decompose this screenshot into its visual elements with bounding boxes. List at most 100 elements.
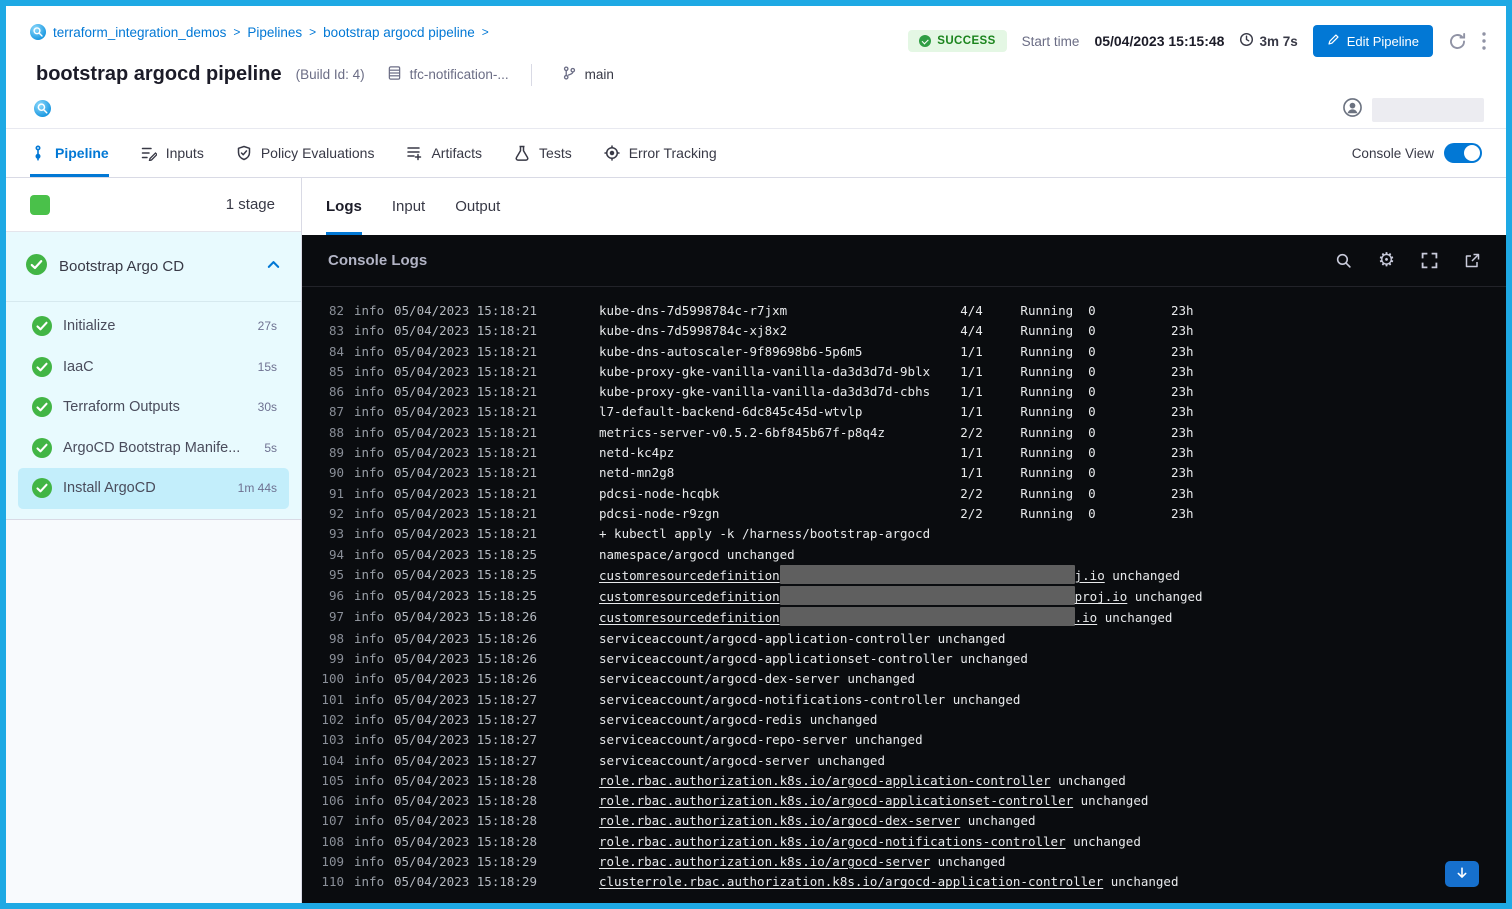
search-icon[interactable]	[1335, 252, 1352, 269]
tab-inputs[interactable]: Inputs	[141, 129, 204, 177]
git-branch-icon	[562, 65, 577, 84]
log-level: info	[354, 710, 384, 730]
log-timestamp: 05/04/2023 15:18:21	[394, 443, 537, 463]
redacted-region	[780, 607, 1075, 626]
log-line-number: 87	[318, 402, 344, 422]
tab-artifacts[interactable]: Artifacts	[406, 129, 482, 177]
tab-policy-evaluations[interactable]: Policy Evaluations	[236, 129, 375, 177]
log-link[interactable]: j.io	[1075, 568, 1105, 583]
divider	[531, 64, 532, 86]
branch-chunk[interactable]: main	[562, 65, 614, 84]
log-line: 89info05/04/2023 15:18:21netd-kc4pz 1/1 …	[318, 443, 1506, 463]
log-timestamp: 05/04/2023 15:18:25	[394, 565, 537, 586]
log-level: info	[354, 484, 384, 504]
log-message: role.rbac.authorization.k8s.io/argocd-de…	[547, 811, 1506, 831]
log-line-number: 108	[318, 832, 344, 852]
log-line: 108info05/04/2023 15:18:28role.rbac.auth…	[318, 832, 1506, 852]
log-tab-output[interactable]: Output	[455, 178, 500, 235]
edit-pipeline-button[interactable]: Edit Pipeline	[1313, 25, 1433, 57]
stage-header[interactable]: Bootstrap Argo CD	[6, 232, 301, 302]
log-timestamp: 05/04/2023 15:18:27	[394, 751, 537, 771]
log-line-number: 102	[318, 710, 344, 730]
breadcrumb-separator: >	[482, 25, 489, 39]
log-link[interactable]: customresourcedefinition	[599, 568, 780, 583]
breadcrumb-item-pipelines[interactable]: Pipelines	[247, 25, 302, 40]
breadcrumb-item-terraform-integration-demos[interactable]: terraform_integration_demos	[53, 25, 226, 40]
log-message: serviceaccount/argocd-dex-server unchang…	[547, 669, 1506, 689]
log-link[interactable]: role.rbac.authorization.k8s.io/argocd-ap…	[599, 793, 1073, 808]
repo-chunk[interactable]: tfc-notification-...	[387, 65, 509, 84]
log-line-number: 109	[318, 852, 344, 872]
settings-gear-icon[interactable]: ⚙	[1378, 251, 1395, 270]
log-level: info	[354, 463, 384, 483]
log-line-number: 107	[318, 811, 344, 831]
tab-tests[interactable]: Tests	[514, 129, 572, 177]
scroll-to-bottom-button[interactable]	[1445, 861, 1479, 887]
main-tabbar: Pipeline Inputs Policy Evaluations Artifact…	[6, 128, 1506, 178]
log-line-number: 105	[318, 771, 344, 791]
log-link[interactable]: proj.io	[1075, 589, 1128, 604]
step-initialize[interactable]: Initialize27s	[18, 306, 289, 347]
log-level: info	[354, 649, 384, 669]
duration: 3m 7s	[1239, 32, 1297, 50]
log-link[interactable]: role.rbac.authorization.k8s.io/argocd-no…	[599, 834, 1066, 849]
log-link[interactable]: customresourcedefinition	[599, 610, 780, 625]
step-terraform-outputs[interactable]: Terraform Outputs30s	[18, 387, 289, 428]
log-message: netd-mn2g8 1/1 Running 0 23h	[547, 463, 1506, 483]
log-link[interactable]: role.rbac.authorization.k8s.io/argocd-de…	[599, 813, 960, 828]
console-view-toggle[interactable]	[1444, 143, 1482, 163]
log-link[interactable]: .io	[1075, 610, 1098, 625]
stage-status-square-icon	[30, 195, 50, 215]
log-level: info	[354, 791, 384, 811]
log-level: info	[354, 524, 384, 544]
tab-label: Inputs	[166, 145, 204, 161]
log-tab-input[interactable]: Input	[392, 178, 425, 235]
log-line-number: 99	[318, 649, 344, 669]
log-timestamp: 05/04/2023 15:18:26	[394, 629, 537, 649]
tab-pipeline[interactable]: Pipeline	[30, 129, 109, 177]
stage-count-row: 1 stage	[6, 178, 301, 232]
start-time-label: Start time	[1022, 34, 1080, 49]
fullscreen-icon[interactable]	[1421, 252, 1438, 269]
check-circle-icon	[32, 316, 52, 336]
log-link[interactable]: role.rbac.authorization.k8s.io/argocd-se…	[599, 854, 930, 869]
log-line: 109info05/04/2023 15:18:29role.rbac.auth…	[318, 852, 1506, 872]
log-tab-logs[interactable]: Logs	[326, 178, 362, 235]
breadcrumb-item-bootstrap-argocd-pipeline[interactable]: bootstrap argocd pipeline	[323, 25, 475, 40]
log-timestamp: 05/04/2023 15:18:21	[394, 423, 537, 443]
step-argocd-bootstrap-manife[interactable]: ArgoCD Bootstrap Manife...5s	[18, 428, 289, 469]
chevron-up-icon[interactable]	[266, 257, 281, 277]
inputs-icon	[141, 145, 157, 161]
log-link[interactable]: role.rbac.authorization.k8s.io/argocd-ap…	[599, 773, 1051, 788]
console-view-label: Console View	[1352, 146, 1434, 161]
tab-error-tracking[interactable]: Error Tracking	[604, 129, 717, 177]
log-message: kube-dns-7d5998784c-xj8x2 4/4 Running 0 …	[547, 321, 1506, 341]
log-link[interactable]: clusterrole.rbac.authorization.k8s.io/ar…	[599, 874, 1103, 889]
stage-count: 1 stage	[226, 196, 275, 213]
log-line: 103info05/04/2023 15:18:27serviceaccount…	[318, 730, 1506, 750]
breadcrumb-separator: >	[233, 25, 240, 39]
step-install-argocd[interactable]: Install ArgoCD1m 44s	[18, 468, 289, 509]
step-duration: 1m 44s	[238, 481, 277, 495]
step-iaac[interactable]: IaaC15s	[18, 347, 289, 388]
log-message: serviceaccount/argocd-applicationset-con…	[547, 649, 1506, 669]
avatar-icon[interactable]	[1343, 98, 1362, 122]
log-level: info	[354, 629, 384, 649]
log-link[interactable]: customresourcedefinition	[599, 589, 780, 604]
refresh-icon[interactable]	[1448, 32, 1467, 51]
log-lines: 82info05/04/2023 15:18:21kube-dns-7d5998…	[302, 287, 1506, 903]
check-circle-icon	[32, 478, 52, 498]
open-in-new-icon[interactable]	[1464, 253, 1480, 269]
log-timestamp: 05/04/2023 15:18:25	[394, 545, 537, 565]
log-message: kube-proxy-gke-vanilla-vanilla-da3d3d7d-…	[547, 382, 1506, 402]
log-level: info	[354, 545, 384, 565]
repo-name: tfc-notification-...	[410, 67, 509, 82]
log-message: role.rbac.authorization.k8s.io/argocd-ap…	[547, 791, 1506, 811]
log-timestamp: 05/04/2023 15:18:21	[394, 402, 537, 422]
content: 1 stage Bootstrap Argo CD Initialize27sI…	[6, 178, 1506, 903]
kebab-menu-icon[interactable]	[1482, 32, 1486, 50]
redacted-region	[780, 586, 1075, 605]
log-message: role.rbac.authorization.k8s.io/argocd-se…	[547, 852, 1506, 872]
log-line-number: 97	[318, 607, 344, 628]
log-line-number: 84	[318, 342, 344, 362]
